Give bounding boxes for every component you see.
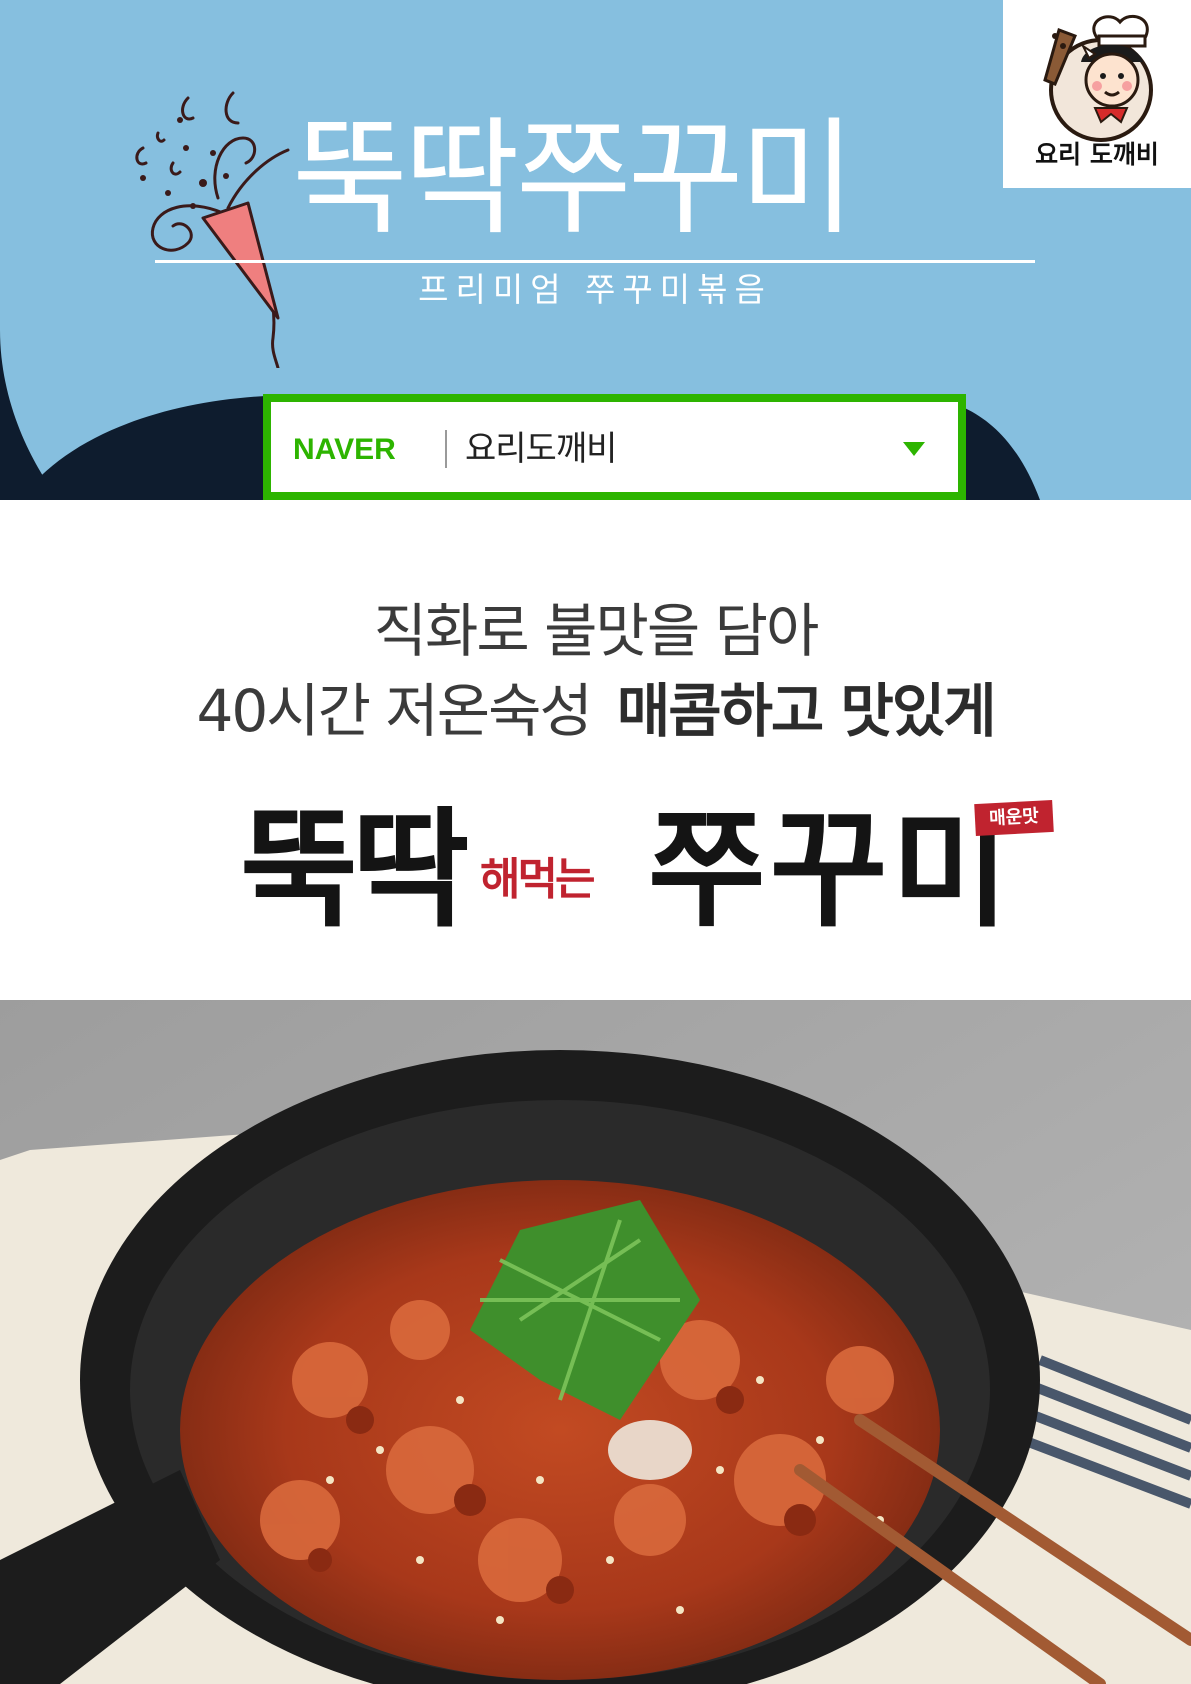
brand-mark-jjukkumi: 쭈꾸미 <box>648 795 1014 945</box>
naver-search-bar[interactable]: NAVER 요리도깨비 <box>263 394 966 500</box>
food-photo <box>0 1000 1191 1684</box>
brand-mark-haemeokneun: 해먹는 <box>480 854 595 905</box>
dropdown-triangle-icon[interactable] <box>903 442 925 456</box>
headline-bold-text: 매콤하고 맛있게 <box>616 677 997 745</box>
headline-plain-text: 40시간 저온숙성 <box>196 677 592 745</box>
spicy-flavor-badge: 매운맛 <box>974 799 1054 837</box>
search-query-text[interactable]: 요리도깨비 <box>465 424 617 474</box>
headline-line-1: 직화로 불맛을 담아 <box>373 597 820 665</box>
party-popper-icon <box>135 91 290 368</box>
page-subtitle: 프리미엄 쭈꾸미볶음 <box>418 270 772 309</box>
naver-logo: NAVER <box>293 433 396 466</box>
goblin-chef-mascot-icon <box>1043 14 1153 142</box>
headline-line-2: 40시간 저온숙성 매콤하고 맛있게 <box>0 674 1191 748</box>
brand-mark-ttukttak: 뚝딱 <box>240 795 470 945</box>
search-divider <box>445 430 447 468</box>
brand-logo-caption: 요리 도깨비 <box>1035 140 1159 169</box>
page-title: 뚝딱쭈꾸미 <box>292 105 856 252</box>
brand-logo[interactable]: 요리 도깨비 <box>1003 0 1191 188</box>
title-divider <box>155 260 1035 263</box>
